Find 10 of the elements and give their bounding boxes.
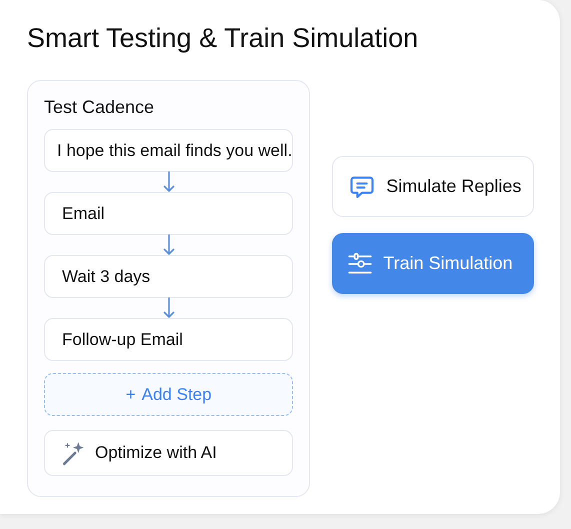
page-title: Smart Testing & Train Simulation xyxy=(27,22,420,55)
step-card[interactable]: Email xyxy=(44,192,294,235)
simulate-button[interactable]: Simulate Replies xyxy=(332,156,534,217)
add-step-button[interactable]: + Add Step xyxy=(44,373,294,416)
step-card[interactable]: Follow-up Email xyxy=(44,318,294,361)
panel-heading: Test Cadence xyxy=(44,96,156,119)
train-button[interactable]: Train Simulation xyxy=(332,233,534,294)
step-card[interactable]: Wait 3 days xyxy=(44,255,294,298)
optimize-button[interactable]: Optimize with AI xyxy=(44,430,294,476)
step-card[interactable]: I hope this email finds you well. xyxy=(44,129,294,172)
